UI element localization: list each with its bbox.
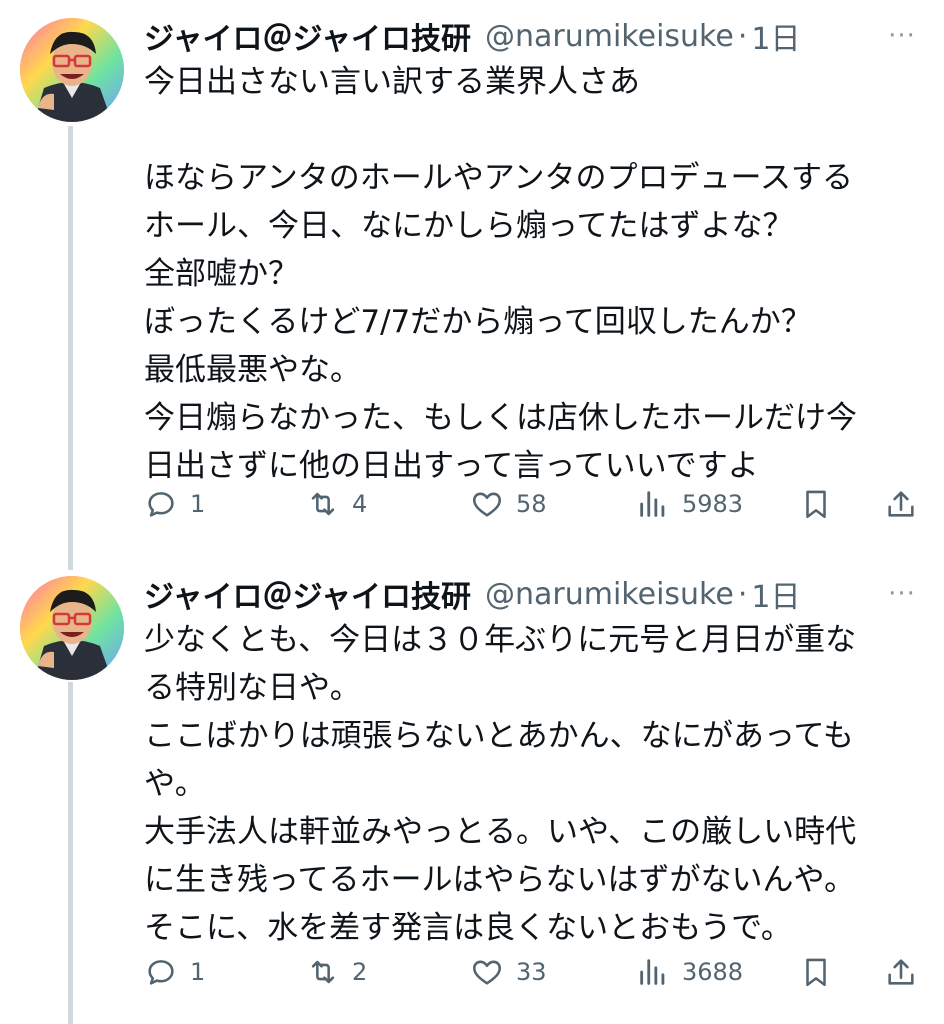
views-icon xyxy=(640,959,665,985)
like-button[interactable]: 33 xyxy=(470,950,547,994)
timestamp[interactable]: 1日 xyxy=(751,14,800,58)
thread-line xyxy=(68,682,73,1024)
display-name[interactable]: ジャイロ＠ジャイロ技研 xyxy=(144,572,471,616)
avatar[interactable] xyxy=(20,18,124,122)
avatar-image xyxy=(20,576,124,680)
like-icon xyxy=(472,492,502,517)
action-bar: 1 2 33 3688 xyxy=(144,950,924,994)
avatar-image xyxy=(20,18,124,122)
reply-icon xyxy=(148,492,174,517)
views-button[interactable]: 3688 xyxy=(636,950,743,994)
views-count: 3688 xyxy=(682,958,744,986)
tweet[interactable]: ジャイロ＠ジャイロ技研 @narumikeisuke · 1日 ··· 今日出さ… xyxy=(0,0,944,570)
reply-icon xyxy=(148,960,174,985)
like-count: 58 xyxy=(516,490,547,518)
user-handle[interactable]: @narumikeisuke xyxy=(485,577,734,612)
reply-count: 1 xyxy=(190,490,206,518)
share-icon xyxy=(888,491,914,517)
like-count: 33 xyxy=(516,958,547,986)
repost-button[interactable]: 2 xyxy=(306,950,367,994)
tweet-header: ジャイロ＠ジャイロ技研 @narumikeisuke · 1日 ··· xyxy=(144,572,920,616)
action-bar: 1 4 58 5983 xyxy=(144,482,924,526)
avatar[interactable] xyxy=(20,576,124,680)
more-options-icon[interactable]: ··· xyxy=(884,16,920,56)
views-button[interactable]: 5983 xyxy=(636,482,743,526)
share-button[interactable] xyxy=(884,950,918,994)
bookmark-icon xyxy=(806,958,826,987)
tweet-header: ジャイロ＠ジャイロ技研 @narumikeisuke · 1日 ··· xyxy=(144,14,920,58)
reply-button[interactable]: 1 xyxy=(144,950,205,994)
thread-line xyxy=(68,126,73,570)
separator-dot: · xyxy=(737,576,748,612)
views-icon xyxy=(640,491,665,517)
share-button[interactable] xyxy=(884,482,918,526)
display-name[interactable]: ジャイロ＠ジャイロ技研 xyxy=(144,14,471,58)
tweet-text: 少なくとも、今日は３０年ぶりに元号と月日が重な る特別な日や。 ここばかりは頑張… xyxy=(144,622,857,946)
reply-button[interactable]: 1 xyxy=(144,482,205,526)
views-count: 5983 xyxy=(682,490,744,518)
user-handle[interactable]: @narumikeisuke xyxy=(485,19,734,54)
timestamp[interactable]: 1日 xyxy=(751,572,800,616)
repost-icon xyxy=(311,492,335,516)
share-icon xyxy=(888,959,914,985)
repost-button[interactable]: 4 xyxy=(306,482,367,526)
repost-count: 4 xyxy=(352,490,368,518)
reply-count: 1 xyxy=(190,958,206,986)
like-button[interactable]: 58 xyxy=(470,482,547,526)
repost-count: 2 xyxy=(352,958,368,986)
bookmark-button[interactable] xyxy=(799,482,833,526)
like-icon xyxy=(472,960,502,985)
more-options-icon[interactable]: ··· xyxy=(884,574,920,614)
separator-dot: · xyxy=(737,18,748,54)
tweet[interactable]: ジャイロ＠ジャイロ技研 @narumikeisuke · 1日 ··· 少なくと… xyxy=(0,570,944,1024)
bookmark-icon xyxy=(806,490,826,519)
repost-icon xyxy=(311,960,335,984)
tweet-text: 今日出さない言い訳する業界人さあ ほならアンタのホールやアンタのプロデュースする… xyxy=(144,64,857,484)
bookmark-button[interactable] xyxy=(799,950,833,994)
